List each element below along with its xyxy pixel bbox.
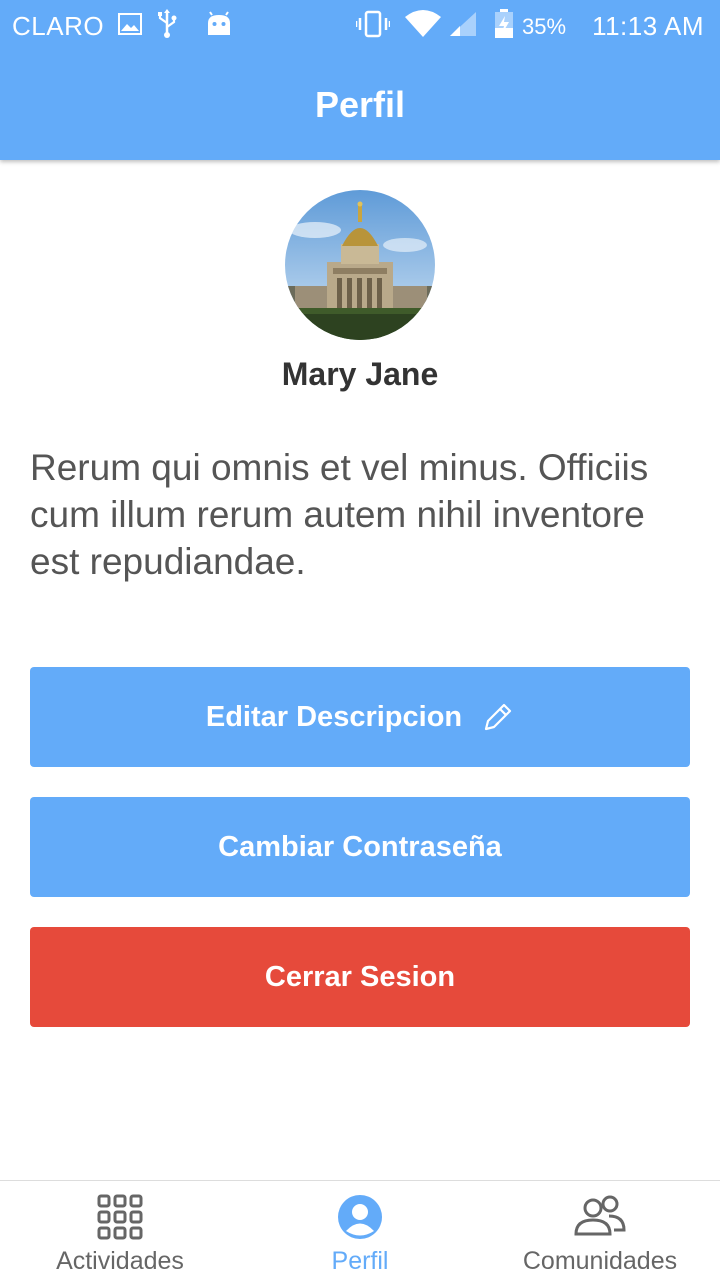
- top-bar: CLARO 35% 11:13 AM Perfil: [0, 0, 720, 160]
- change-password-label: Cambiar Contraseña: [218, 830, 502, 863]
- battery-charging-icon: [494, 9, 514, 44]
- battery-percent: 35%: [522, 13, 567, 39]
- avatar[interactable]: [285, 190, 435, 340]
- bottom-navigation: Actividades Perfil Comunidades: [0, 1180, 720, 1280]
- usb-icon: [156, 9, 178, 44]
- vibrate-icon: [354, 10, 392, 43]
- profile-description: Rerum qui omnis et vel minus. Officiis c…: [30, 447, 649, 582]
- pencil-icon: [482, 701, 514, 733]
- status-right: 35% 11:13 AM: [354, 9, 704, 44]
- nav-item-perfil[interactable]: Perfil: [240, 1181, 480, 1280]
- status-bar: CLARO 35% 11:13 AM: [0, 0, 720, 50]
- user-circle-icon: [337, 1193, 383, 1241]
- edit-description-button[interactable]: Editar Descripcion: [30, 667, 690, 767]
- image-notification-icon: [118, 13, 143, 40]
- page-title: Perfil: [314, 84, 406, 125]
- nav-item-actividades[interactable]: Actividades: [0, 1181, 240, 1280]
- signal-icon: [448, 10, 478, 43]
- logout-button[interactable]: Cerrar Sesion: [30, 927, 690, 1027]
- nav-item-comunidades[interactable]: Comunidades: [480, 1181, 720, 1280]
- profile-name: Mary Jane: [281, 356, 439, 392]
- people-icon: [573, 1193, 627, 1241]
- nav-label-comunidades: Comunidades: [522, 1247, 678, 1275]
- logout-label: Cerrar Sesion: [264, 960, 456, 993]
- carrier-label: CLARO: [12, 11, 105, 41]
- app-bar: Perfil: [0, 50, 720, 160]
- grid-icon: [97, 1193, 143, 1241]
- change-password-button[interactable]: Cambiar Contraseña: [30, 797, 690, 897]
- wifi-icon: [404, 9, 442, 44]
- nav-label-perfil: Perfil: [331, 1247, 389, 1275]
- android-icon: [206, 11, 232, 42]
- status-left: CLARO: [12, 9, 232, 44]
- clock: 11:13 AM: [592, 11, 704, 41]
- nav-label-actividades: Actividades: [56, 1247, 184, 1275]
- edit-description-label: Editar Descripcion: [205, 700, 463, 733]
